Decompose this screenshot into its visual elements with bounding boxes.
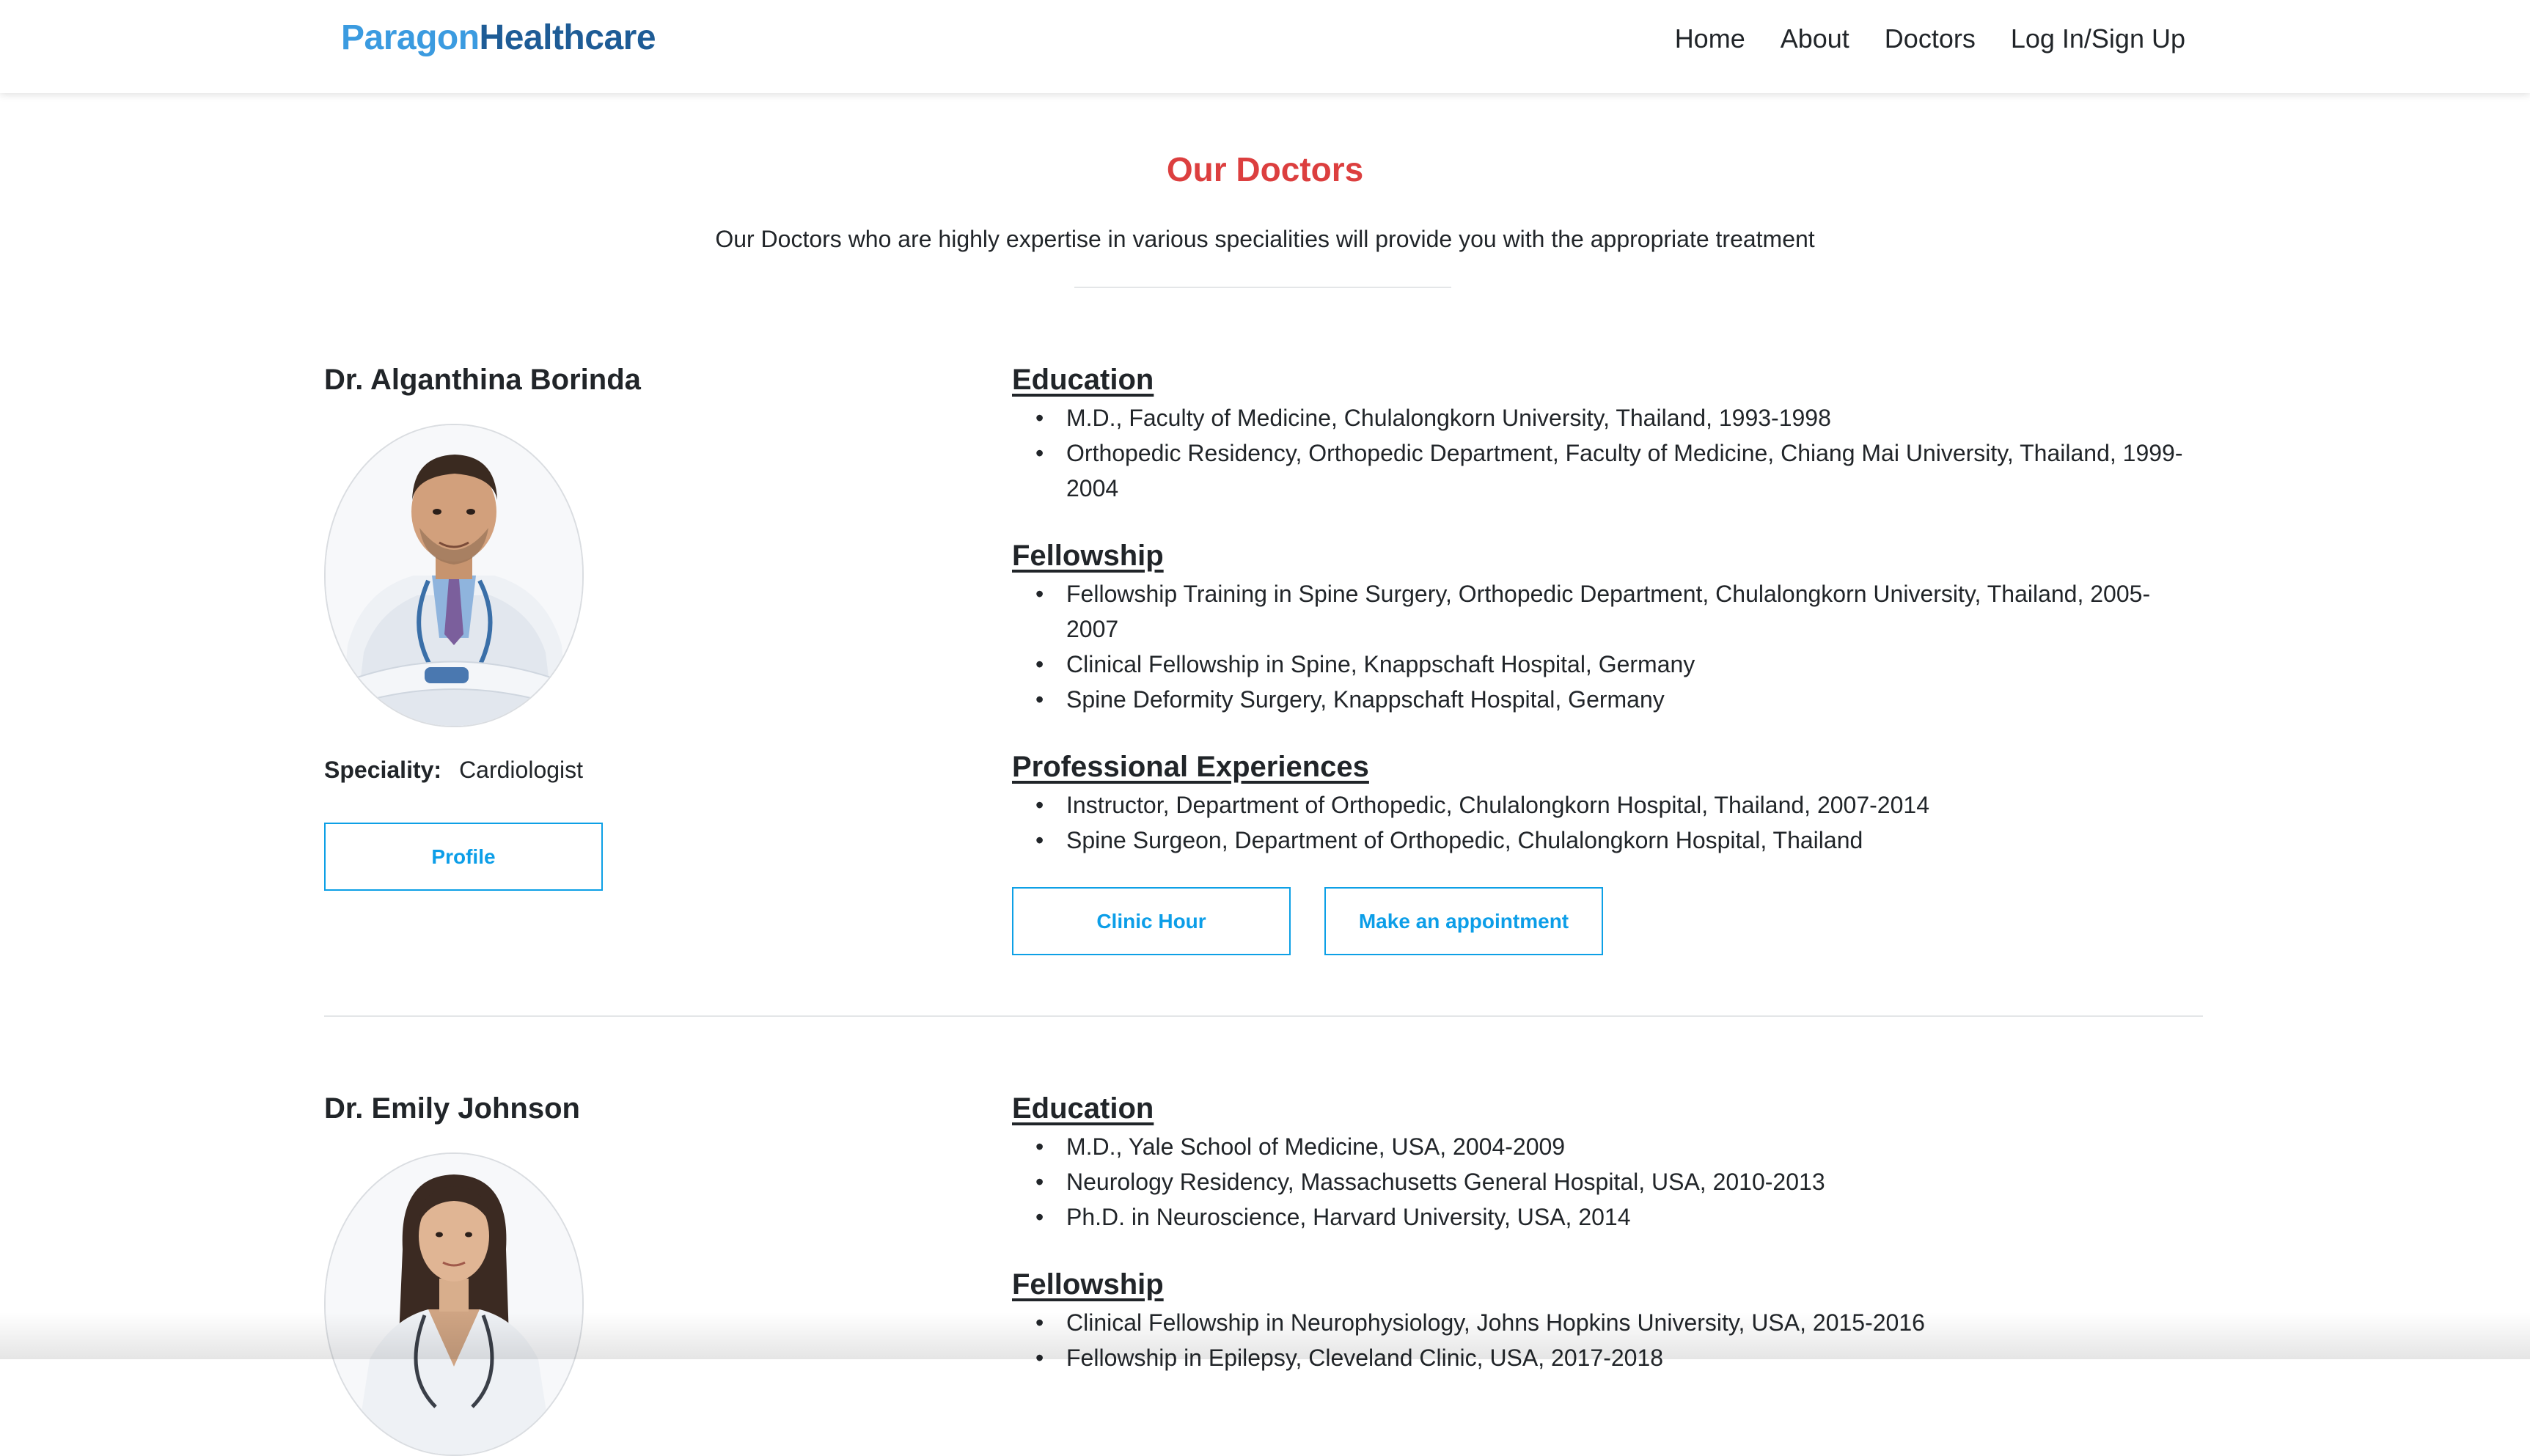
experience-list: Instructor, Department of Orthopedic, Ch… [1035,787,2194,858]
education-heading: Education [1012,1092,1154,1125]
list-item: M.D., Faculty of Medicine, Chulalongkorn… [1035,400,2194,435]
list-item: Spine Surgeon, Department of Orthopedic,… [1035,823,2194,858]
nav-login-signup-link[interactable]: Log In/Sign Up [2011,23,2185,54]
doctor-photo [324,1152,584,1456]
doctor-photo [324,424,584,727]
list-item: Fellowship Training in Spine Surgery, Or… [1035,576,2194,647]
list-item: Orthopedic Residency, Orthopedic Departm… [1035,435,2194,506]
nav-home-link[interactable]: Home [1675,23,1745,54]
page-subtitle: Our Doctors who are highly expertise in … [715,226,1815,252]
doctor-card: Dr. Alganthina Borinda Speciality: Cardi… [324,364,2203,965]
speciality-label: Speciality: [324,757,442,783]
doctor-divider [324,1015,2203,1017]
main-nav: Home About Doctors Log In/Sign Up [1675,23,2185,54]
page-title: Our Doctors [1166,150,1364,188]
education-list: M.D., Yale School of Medicine, USA, 2004… [1035,1129,2194,1235]
list-item: Clinical Fellowship in Spine, Knappschaf… [1035,647,2194,682]
brand-name-part2: Healthcare [479,18,656,57]
list-item: Ph.D. in Neuroscience, Harvard Universit… [1035,1199,2194,1235]
profile-button[interactable]: Profile [324,823,603,891]
viewport-bottom-shadow [0,1312,2530,1359]
doctor-name: Dr. Alganthina Borinda [324,364,641,396]
fellowship-list: Fellowship Training in Spine Surgery, Or… [1035,576,2194,717]
fellowship-heading: Fellowship [1012,540,1164,572]
doctor-name: Dr. Emily Johnson [324,1092,580,1125]
list-item: Spine Deformity Surgery, Knappschaft Hos… [1035,682,2194,717]
experience-heading: Professional Experiences [1012,751,1369,783]
nav-doctors-link[interactable]: Doctors [1885,23,1976,54]
list-item: M.D., Yale School of Medicine, USA, 2004… [1035,1129,2194,1164]
title-divider [1074,287,1451,288]
top-navbar: ParagonHealthcare Home About Doctors Log… [0,0,2530,93]
education-list: M.D., Faculty of Medicine, Chulalongkorn… [1035,400,2194,506]
list-item: Instructor, Department of Orthopedic, Ch… [1035,787,2194,823]
brand-name-part1: Paragon [341,18,480,57]
clinic-hour-button[interactable]: Clinic Hour [1012,887,1291,955]
nav-about-link[interactable]: About [1781,23,1849,54]
speciality-value: Cardiologist [459,757,584,783]
brand-logo[interactable]: ParagonHealthcare [341,18,656,58]
speciality-row: Speciality: Cardiologist [324,757,583,784]
fellowship-heading: Fellowship [1012,1268,1164,1301]
list-item: Neurology Residency, Massachusetts Gener… [1035,1164,2194,1199]
make-appointment-button[interactable]: Make an appointment [1324,887,1603,955]
education-heading: Education [1012,364,1154,396]
